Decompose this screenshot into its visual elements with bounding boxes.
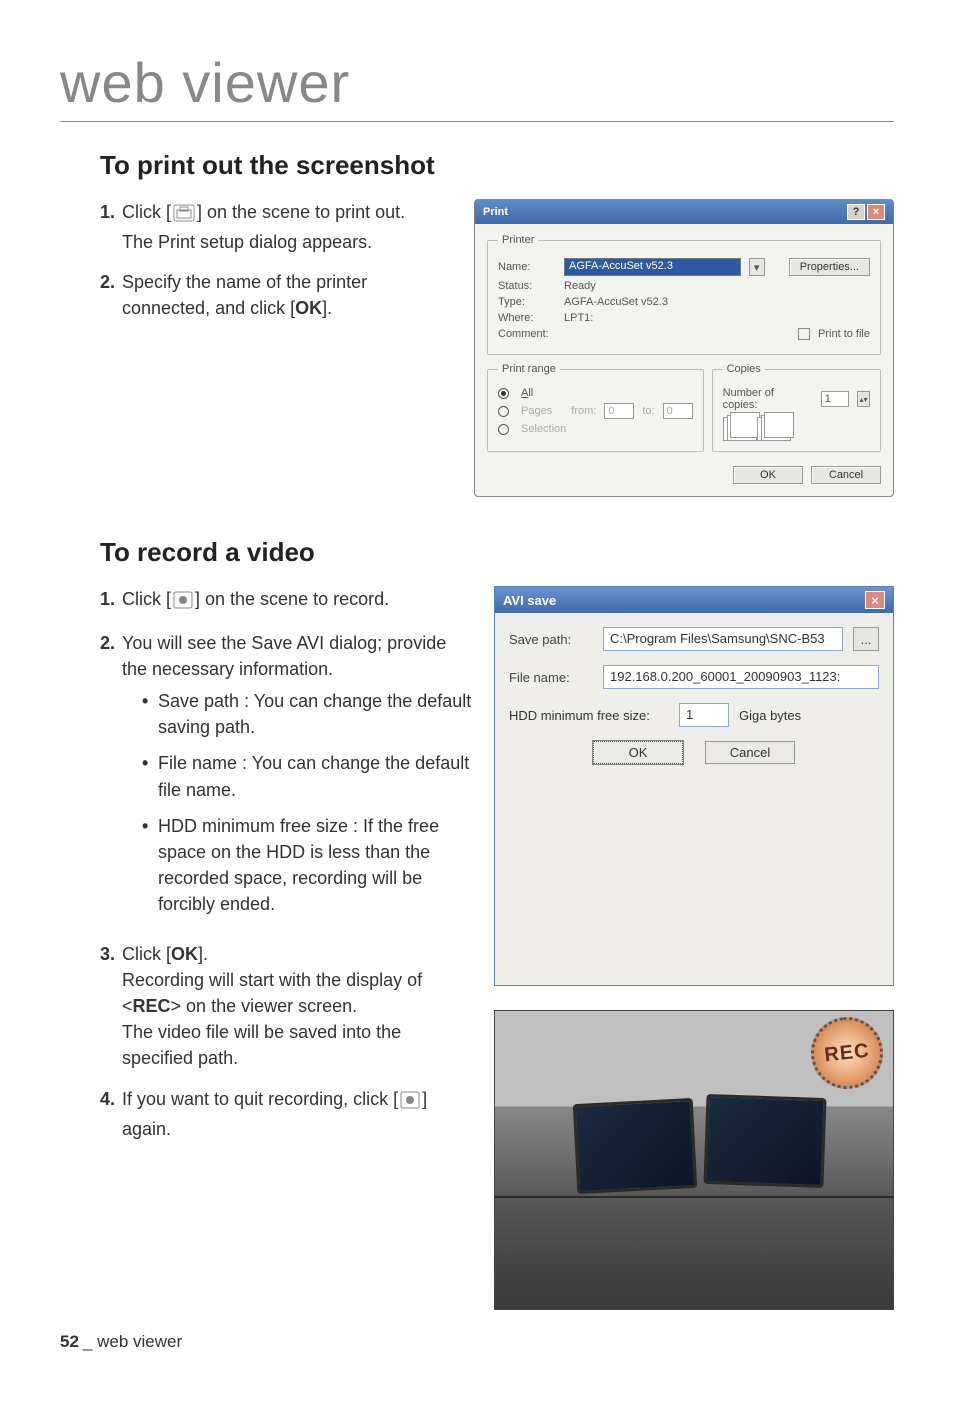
hdd-label: HDD minimum free size: bbox=[509, 708, 669, 723]
collate-illustration: 3 3 bbox=[723, 417, 870, 441]
text: ]. bbox=[322, 298, 332, 318]
step-body: If you want to quit recording, click [] … bbox=[122, 1086, 476, 1142]
savepath-label: Save path: bbox=[509, 632, 593, 647]
rec-badge-label: REC bbox=[823, 1039, 870, 1067]
dialog-title: Print bbox=[483, 206, 508, 218]
text: You will see the Save AVI dialog; provid… bbox=[122, 633, 446, 679]
cancel-button[interactable]: Cancel bbox=[705, 741, 795, 764]
where-value: LPT1: bbox=[564, 312, 593, 324]
range-all-radio[interactable] bbox=[498, 388, 509, 399]
printer-select[interactable]: AGFA-AccuSet v52.3 bbox=[564, 258, 741, 276]
text: If you want to quit recording, click [ bbox=[122, 1089, 398, 1109]
list-item: HDD minimum free size : If the free spac… bbox=[142, 813, 476, 917]
rec-label-inline: REC bbox=[133, 996, 171, 1016]
group-label: Printer bbox=[498, 234, 538, 246]
step-body: Click [ ] on the scene to print out. The … bbox=[122, 199, 456, 255]
footer-label: _ web viewer bbox=[83, 1332, 182, 1351]
from-label: from: bbox=[571, 405, 596, 417]
step-number: 2. bbox=[100, 269, 122, 321]
close-button[interactable]: × bbox=[867, 204, 885, 220]
filename-input[interactable]: 192.168.0.200_60001_20090903_1123: bbox=[603, 665, 879, 689]
step-body: Click [OK]. Recording will start with th… bbox=[122, 941, 476, 1071]
to-label: to: bbox=[642, 405, 654, 417]
hdd-unit-label: Giga bytes bbox=[739, 708, 801, 723]
page-header: web viewer bbox=[60, 50, 894, 122]
section-title-print: To print out the screenshot bbox=[100, 150, 894, 181]
dialog-titlebar: AVI save × bbox=[495, 587, 893, 613]
help-button[interactable]: ? bbox=[847, 204, 865, 220]
ok-label-inline: OK bbox=[295, 298, 322, 318]
step-number: 3. bbox=[100, 941, 122, 1071]
text: The video file will be saved into the sp… bbox=[122, 1022, 401, 1068]
ok-button[interactable]: OK bbox=[733, 466, 803, 484]
group-label: Print range bbox=[498, 363, 560, 375]
step-number: 4. bbox=[100, 1086, 122, 1142]
range-selection-radio[interactable] bbox=[498, 424, 509, 435]
list-item: File name : You can change the default f… bbox=[142, 750, 476, 802]
where-label: Where: bbox=[498, 312, 556, 324]
hdd-size-input[interactable]: 1 bbox=[679, 703, 729, 727]
page-footer: 52_ web viewer bbox=[60, 1332, 182, 1352]
text: Click [ bbox=[122, 944, 171, 964]
num-copies-label: Number of copies: bbox=[723, 387, 805, 411]
text: > on the viewer screen. bbox=[171, 996, 358, 1016]
list-item: Save path : You can change the default s… bbox=[142, 688, 476, 740]
range-pages-radio[interactable] bbox=[498, 406, 509, 417]
monitor-illustration bbox=[703, 1094, 826, 1188]
step-body: You will see the Save AVI dialog; provid… bbox=[122, 630, 476, 927]
printer-group: Printer Name: AGFA-AccuSet v52.3 ▾ Prope… bbox=[487, 234, 881, 355]
ok-button[interactable]: OK bbox=[593, 741, 683, 764]
print-dialog: Print ? × Printer Name: AGFA-AccuSet v52… bbox=[474, 199, 894, 497]
section-title-record: To record a video bbox=[100, 537, 894, 568]
properties-button[interactable]: Properties... bbox=[789, 258, 870, 276]
step-number: 1. bbox=[100, 586, 122, 616]
spinner-icon[interactable]: ▴▾ bbox=[857, 391, 870, 407]
type-label: Type: bbox=[498, 296, 556, 308]
monitor-illustration bbox=[573, 1098, 698, 1194]
filename-label: File name: bbox=[509, 670, 593, 685]
name-label: Name: bbox=[498, 261, 556, 273]
range-pages-label: Pages bbox=[521, 405, 552, 417]
step-number: 1. bbox=[100, 199, 122, 255]
printer-icon bbox=[173, 203, 195, 229]
chevron-down-icon[interactable]: ▾ bbox=[749, 258, 765, 276]
browse-button[interactable]: ... bbox=[853, 627, 879, 651]
record-icon bbox=[400, 1090, 420, 1116]
status-value: Ready bbox=[564, 280, 596, 292]
savepath-input[interactable]: C:\Program Files\Samsung\SNC-B53 bbox=[603, 627, 843, 651]
dialog-title: AVI save bbox=[503, 593, 556, 608]
from-input[interactable]: 0 bbox=[604, 403, 634, 419]
close-button[interactable]: × bbox=[865, 591, 885, 609]
record-icon bbox=[173, 590, 193, 616]
rec-badge: REC bbox=[807, 1013, 886, 1092]
status-label: Status: bbox=[498, 280, 556, 292]
text: ] on the scene to print out. bbox=[197, 202, 405, 222]
print-to-file-checkbox[interactable] bbox=[798, 328, 810, 340]
page-number: 52 bbox=[60, 1332, 79, 1351]
avi-save-dialog: AVI save × Save path: C:\Program Files\S… bbox=[494, 586, 894, 986]
text: The Print setup dialog appears. bbox=[122, 232, 372, 252]
cancel-button[interactable]: Cancel bbox=[811, 466, 881, 484]
camera-preview: REC bbox=[494, 1010, 894, 1310]
print-to-file-label: Print to file bbox=[818, 328, 870, 340]
step-body: Click [ ] on the scene to record. bbox=[122, 586, 476, 616]
text: Click [ bbox=[122, 202, 171, 222]
type-value: AGFA-AccuSet v52.3 bbox=[564, 296, 668, 308]
group-label: Copies bbox=[723, 363, 765, 375]
to-input[interactable]: 0 bbox=[663, 403, 693, 419]
range-all-label: AAllll bbox=[521, 387, 533, 399]
range-selection-label: Selection bbox=[521, 423, 566, 435]
print-range-group: Print range AAllll Pages from: 0 to: 0 bbox=[487, 363, 704, 452]
num-copies-input[interactable]: 1 bbox=[821, 391, 849, 407]
ok-label-inline: OK bbox=[171, 944, 198, 964]
step-number: 2. bbox=[100, 630, 122, 927]
text: ] on the scene to record. bbox=[195, 589, 389, 609]
comment-label: Comment: bbox=[498, 328, 556, 340]
dialog-titlebar: Print ? × bbox=[475, 200, 893, 224]
text: ]. bbox=[198, 944, 208, 964]
copies-group: Copies Number of copies: 1 ▴▾ 3 3 bbox=[712, 363, 881, 452]
text: Click [ bbox=[122, 589, 171, 609]
step-body: Specify the name of the printer connecte… bbox=[122, 269, 456, 321]
